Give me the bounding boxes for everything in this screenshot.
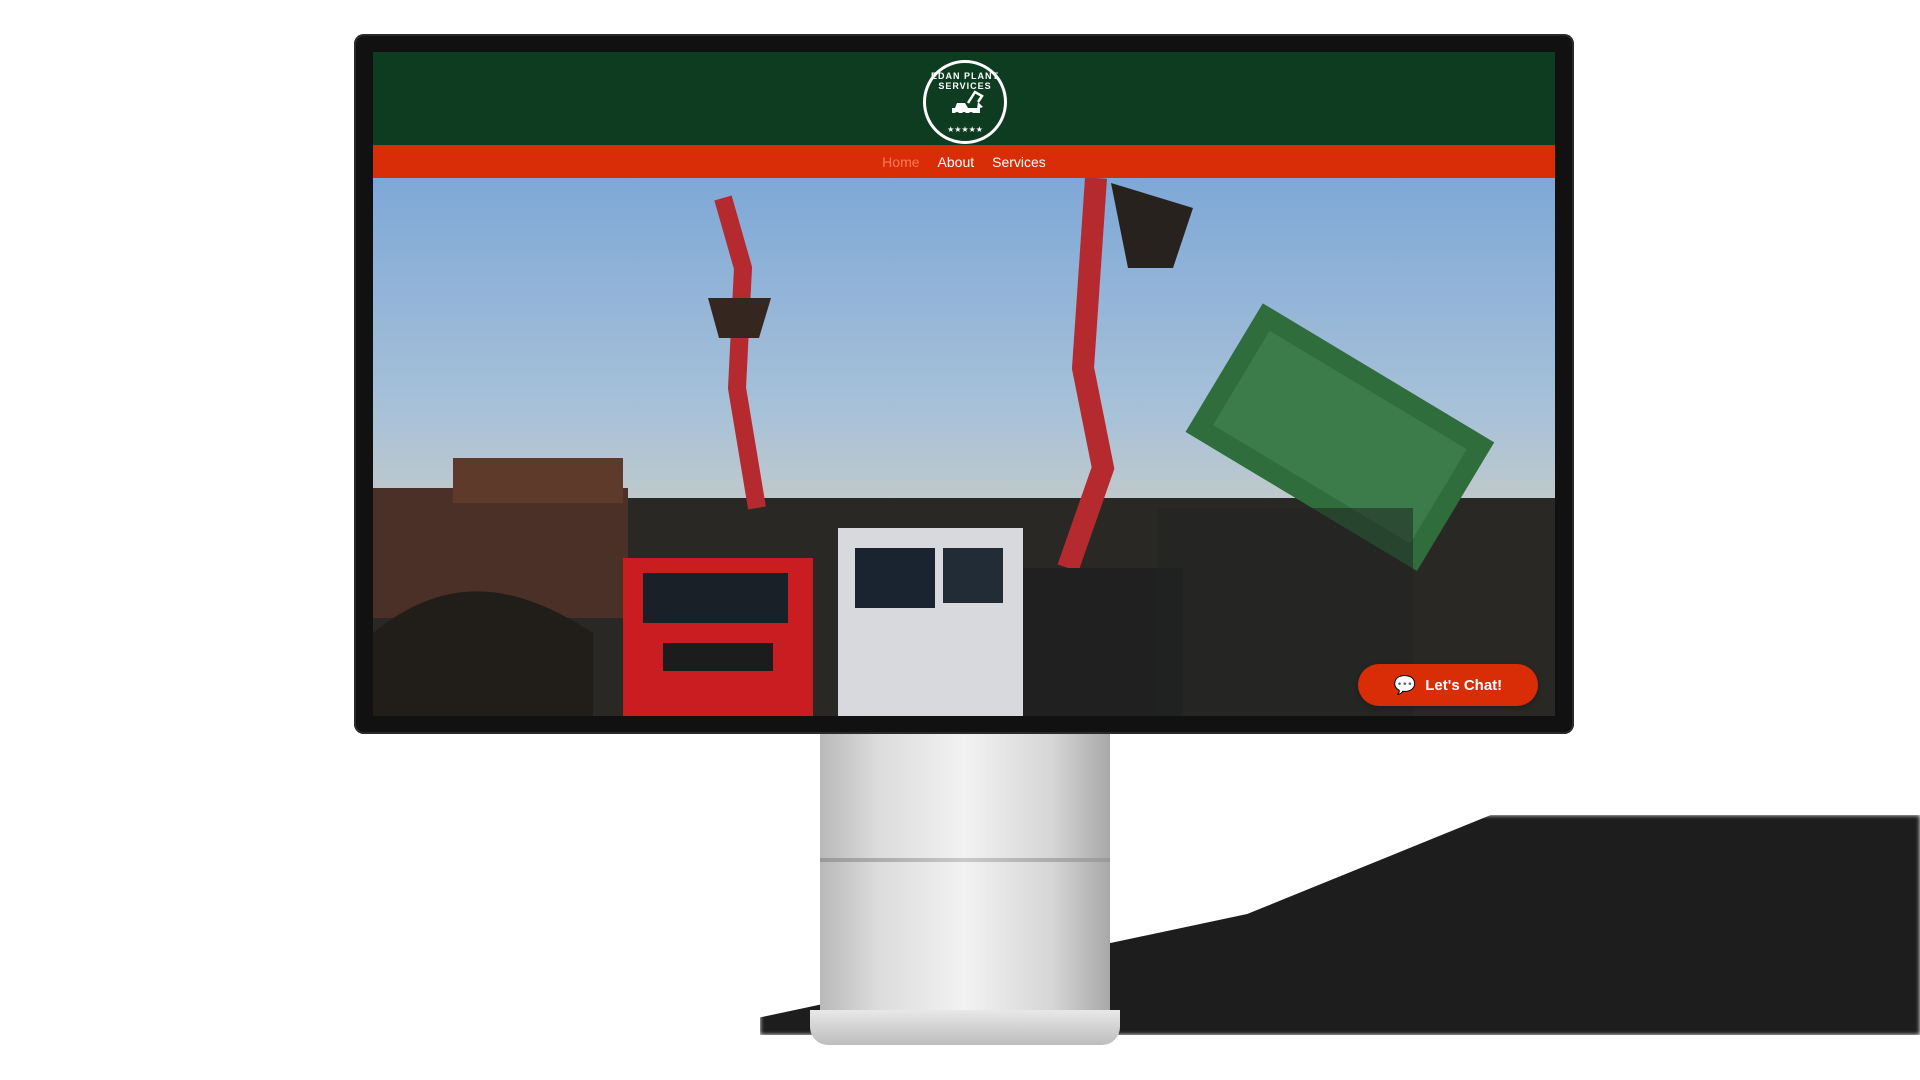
hero-image <box>373 177 1555 716</box>
monitor-stand <box>820 733 1110 1033</box>
excavator-icon <box>952 90 984 116</box>
chat-button-label: Let's Chat! <box>1425 676 1503 694</box>
website-screen: EDAN PLANT SERVICES ★★★★★ Home About Ser… <box>373 52 1555 716</box>
navigation-bar: Home About Services <box>373 145 1555 178</box>
monitor-stand-base <box>810 1010 1120 1045</box>
lets-chat-button[interactable]: 💬 Let's Chat! <box>1358 664 1538 706</box>
trucks-photo-illustration <box>373 177 1555 716</box>
logo-stars: ★★★★★ <box>947 125 983 134</box>
nav-services[interactable]: Services <box>992 154 1046 170</box>
nav-about[interactable]: About <box>938 154 975 170</box>
chat-bubble-icon: 💬 <box>1393 675 1417 695</box>
site-logo[interactable]: EDAN PLANT SERVICES ★★★★★ <box>923 60 1007 144</box>
site-header: EDAN PLANT SERVICES ★★★★★ <box>373 52 1555 145</box>
monitor-frame: EDAN PLANT SERVICES ★★★★★ Home About Ser… <box>354 34 1574 734</box>
nav-home[interactable]: Home <box>882 154 919 170</box>
